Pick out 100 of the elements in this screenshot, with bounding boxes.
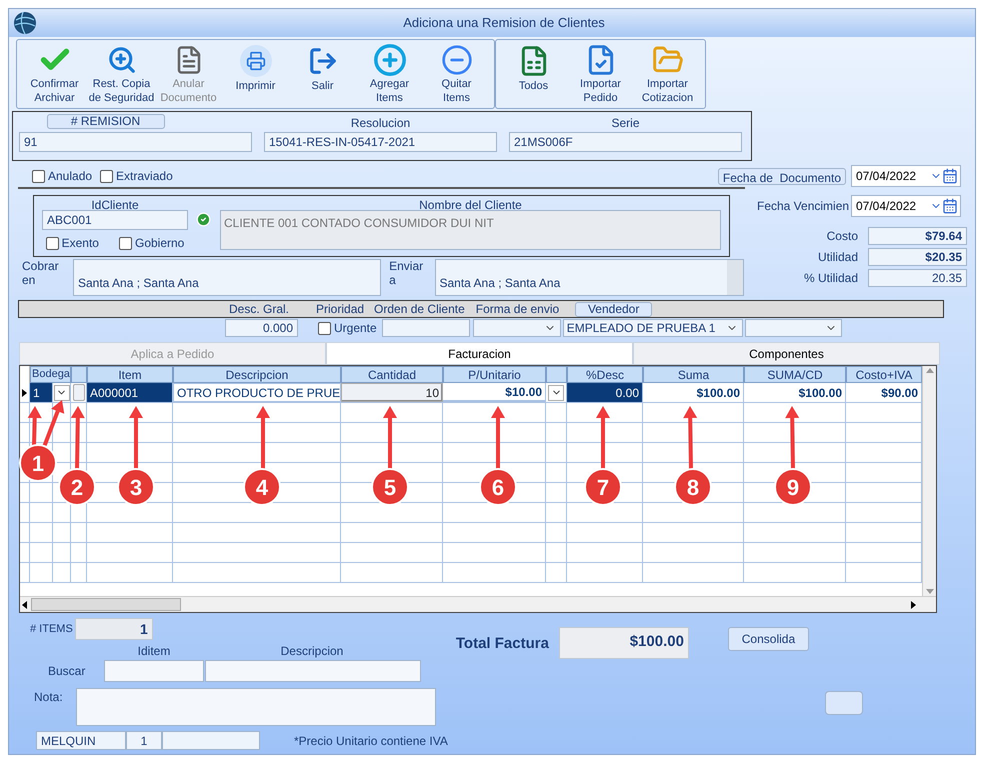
field-label: Enviar a [389, 259, 424, 287]
vendedor-button[interactable]: Vendedor [575, 302, 652, 316]
magnifier-icon [106, 45, 136, 75]
note-field[interactable] [76, 688, 436, 726]
search-field[interactable] [104, 660, 204, 682]
horizontal-scrollbar[interactable] [20, 596, 936, 612]
exit-icon [308, 46, 338, 76]
date-label-button[interactable]: Fecha de Documento [718, 168, 846, 184]
table-cell: OTRO PRODUCTO DE PRUE [173, 383, 341, 402]
total-label: Utilidad [816, 249, 858, 266]
column-header[interactable]: Costo+IVA [846, 366, 922, 383]
blank-button[interactable] [824, 691, 863, 715]
checkbox-label: Exento [62, 235, 99, 252]
discount-field[interactable]: 0.000 [225, 319, 298, 337]
table-cell: A000001 [87, 383, 173, 402]
total-field: $20.35 [868, 248, 967, 266]
toolbar-button[interactable]: Importar Cotizacion [634, 43, 701, 105]
scroll-up-icon[interactable] [926, 368, 934, 373]
dropdown-field[interactable] [744, 319, 842, 337]
order-field[interactable] [382, 319, 470, 337]
plus-icon [372, 43, 406, 77]
toolbar-button[interactable]: Confirmar Archivar [21, 43, 88, 105]
field-label: Nota: [34, 689, 64, 706]
total-label: % Utilidad [802, 270, 858, 287]
checkbox[interactable] [100, 170, 114, 182]
dropdown-button[interactable] [548, 384, 564, 400]
toolbar-button[interactable]: Importar Pedido [567, 43, 634, 105]
status-field[interactable]: MELQUIN [36, 731, 126, 750]
field-label: Nombre del Cliente [419, 197, 522, 210]
text-field[interactable]: 91 [19, 132, 252, 152]
toolbar-button[interactable]: Imprimir [222, 43, 289, 105]
checkbox-label: Extraviado [116, 168, 173, 185]
dropdown-field[interactable] [472, 319, 561, 337]
column-header[interactable]: Descripcion [173, 366, 341, 383]
toolbar-button[interactable]: Rest. Copia de Seguridad [88, 43, 155, 105]
arrow [596, 406, 610, 470]
checkbox[interactable] [32, 170, 45, 182]
total-value: $100.00 [558, 627, 689, 659]
column-header[interactable]: Bodega [30, 366, 71, 383]
vertical-scrollbar[interactable] [922, 366, 936, 596]
field-label: Buscar [48, 663, 86, 680]
scroll-right-icon[interactable] [911, 600, 916, 608]
search-field[interactable] [205, 660, 421, 682]
date-field[interactable]: 07/04/2022 [851, 195, 961, 217]
column-header[interactable]: P/Unitario [443, 366, 546, 383]
tab[interactable]: Facturacion [326, 342, 633, 365]
field-label: Fecha Vencimien [757, 198, 849, 215]
toolbar-button[interactable]: Agregar Items [356, 43, 423, 105]
dropdown-field[interactable]: EMPLEADO DE PRUEBA 1 [562, 319, 743, 337]
checkbox[interactable] [118, 236, 132, 250]
toolbar-button[interactable]: Quitar Items [423, 43, 490, 105]
address-field[interactable]: Santa Ana ; Santa Ana [73, 259, 382, 296]
arrow [785, 406, 800, 470]
printer-icon [240, 45, 272, 77]
items-label: # ITEMS [30, 622, 73, 637]
calendar-icon [942, 168, 958, 184]
client-id-field[interactable]: ABC001 [42, 210, 188, 230]
table-cell: 0.00 [567, 383, 643, 402]
date-field[interactable]: 07/04/2022 [851, 165, 961, 187]
column-header[interactable]: %Desc [567, 366, 643, 383]
field-label: Cobrar en [22, 259, 60, 287]
tab[interactable]: Componentes [633, 342, 940, 365]
toolbar-button[interactable]: Salir [289, 43, 356, 105]
arrow [256, 406, 270, 470]
field-label: IdCliente [91, 197, 139, 210]
checkbox-label: Urgente [334, 320, 377, 337]
column-header[interactable]: SUMA/CD [744, 366, 846, 383]
column-label: Orden de Cliente [374, 301, 465, 318]
client-name-field[interactable]: CLIENTE 001 CONTADO CONSUMIDOR DUI NIT [220, 210, 721, 250]
table-cell: $10.00 [443, 383, 546, 402]
total-field: 20.35 [868, 269, 967, 287]
scroll-down-icon[interactable] [926, 589, 934, 594]
column-label: Desc. Gral. [229, 301, 290, 318]
window-title: Adiciona una Remision de Clientes [402, 14, 606, 32]
scroll-thumb[interactable] [31, 598, 181, 611]
total-label: Total Factura [456, 634, 549, 654]
checkbox[interactable] [318, 322, 331, 334]
remision-button[interactable]: # REMISION [46, 114, 164, 129]
text-field[interactable]: 21MS006F [509, 132, 742, 152]
dropdown-button[interactable] [54, 384, 70, 400]
column-label: Iditem [136, 643, 172, 660]
table-cell: 1 [30, 383, 53, 402]
column-header[interactable]: Cantidad [341, 366, 443, 383]
column-label: Descripcion [280, 643, 344, 660]
cell-button[interactable] [72, 384, 84, 401]
toolbar-button[interactable]: Todos [500, 43, 567, 105]
scroll-left-icon[interactable] [22, 600, 27, 608]
checkbox[interactable] [46, 236, 59, 250]
total-field: $79.64 [868, 227, 967, 245]
items-count: 1 [74, 618, 153, 640]
footnote: *Precio Unitario contiene IVA [294, 732, 448, 750]
column-header[interactable]: Item [87, 366, 173, 383]
checkbox-label: Gobierno [134, 235, 184, 252]
text-field[interactable]: 15041-RES-IN-05417-2021 [264, 132, 497, 152]
status-field[interactable]: 1 [126, 731, 162, 750]
table-cell: 10 [341, 383, 443, 402]
consolida-button[interactable]: Consolida [728, 627, 809, 651]
checkbox-label: Anulado [48, 168, 92, 185]
column-header[interactable]: Suma [643, 366, 744, 383]
status-field[interactable] [162, 731, 260, 750]
